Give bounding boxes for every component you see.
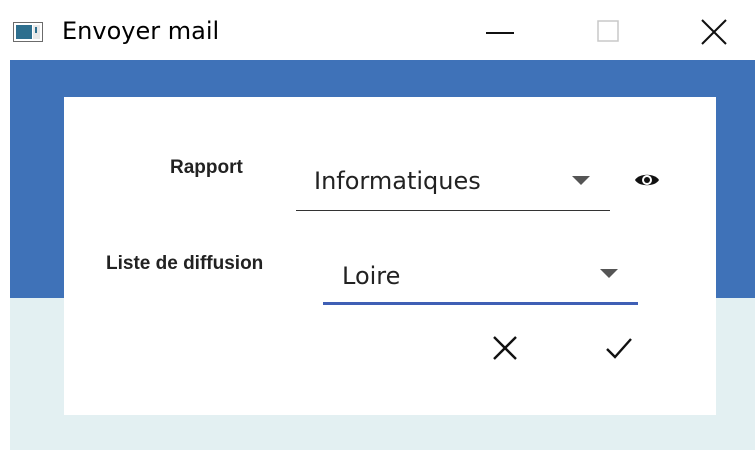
mail-form-card: Rapport Informatiques Liste de diffusion… xyxy=(64,97,716,415)
window-title: Envoyer mail xyxy=(62,17,220,45)
rapport-select-value: Informatiques xyxy=(314,167,481,195)
caret-down-icon xyxy=(600,269,618,278)
liste-diffusion-select-value: Loire xyxy=(342,262,401,290)
liste-diffusion-label: Liste de diffusion xyxy=(106,253,264,274)
checkmark-icon[interactable] xyxy=(604,333,634,363)
rapport-select-underline xyxy=(296,210,610,211)
rapport-select[interactable]: Informatiques xyxy=(296,157,610,211)
maximize-icon[interactable] xyxy=(593,16,625,48)
title-bar[interactable]: Envoyer mail xyxy=(0,0,755,60)
liste-diffusion-select[interactable]: Loire xyxy=(323,249,638,305)
caret-down-icon xyxy=(572,176,590,185)
envoyer-mail-window: Envoyer mail Rapport Informatiques Liste… xyxy=(0,0,755,450)
liste-diffusion-select-underline xyxy=(323,302,638,305)
eye-icon[interactable] xyxy=(634,171,660,189)
x-icon[interactable] xyxy=(490,333,520,363)
close-icon[interactable] xyxy=(698,16,730,48)
rapport-label: Rapport xyxy=(170,157,243,178)
minimize-icon[interactable] xyxy=(484,16,516,48)
app-window-icon xyxy=(13,22,43,42)
